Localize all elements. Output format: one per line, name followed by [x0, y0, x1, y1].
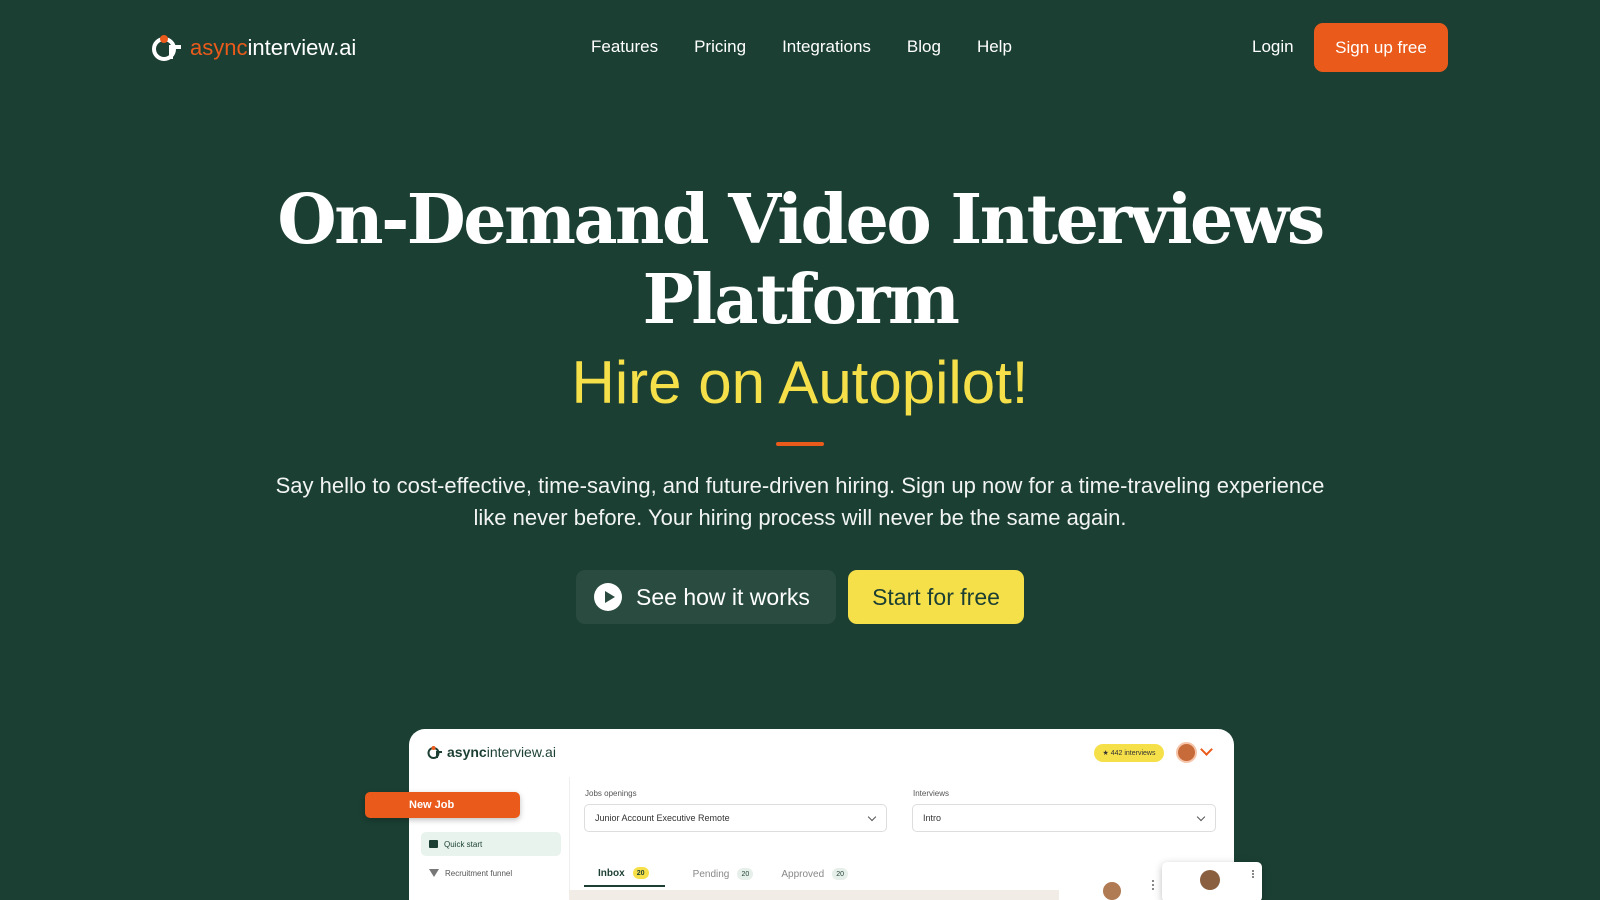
hero-description: Say hello to cost-effective, time-saving…: [275, 473, 1325, 530]
hero-divider: [776, 442, 824, 446]
hero-title-line1: On-Demand Video Interviews: [277, 180, 1325, 260]
tab-approved-label: Approved: [781, 868, 825, 880]
see-how-it-works-label: See how it works: [636, 583, 810, 610]
candidate-avatar[interactable]: [1103, 882, 1121, 900]
tab-inbox-count: 20: [632, 867, 649, 879]
tab-pending[interactable]: Pending 20: [693, 868, 754, 886]
interviews-value: Intro: [923, 813, 942, 823]
tab-pending-label: Pending: [692, 868, 730, 880]
interviews-label: Interviews: [913, 789, 950, 798]
jobs-openings-value: Junior Account Executive Remote: [595, 813, 730, 823]
dashboard-logo-icon: [427, 745, 442, 759]
dashboard-preview: asyncinterview.ai ★ 442 interviews Quick…: [409, 729, 1234, 900]
hero-title: On-Demand Video Interviews Platform: [0, 180, 1600, 340]
status-tabs: Inbox 20 Pending 20 Approved 20: [584, 867, 876, 887]
candidate-card[interactable]: [1162, 862, 1262, 900]
sidebar-divider: [569, 777, 570, 900]
more-options-icon[interactable]: [1252, 870, 1254, 878]
chevron-down-icon[interactable]: [1200, 743, 1213, 756]
start-for-free-button[interactable]: Start for free: [848, 570, 1024, 624]
tab-inbox-label: Inbox: [598, 867, 625, 879]
nav-link-features[interactable]: Features: [591, 34, 658, 60]
see-how-it-works-button[interactable]: See how it works: [576, 570, 836, 624]
jobs-openings-select[interactable]: Junior Account Executive Remote: [584, 804, 887, 832]
nav-link-integrations[interactable]: Integrations: [782, 34, 871, 60]
candidate-card-avatar: [1200, 870, 1220, 890]
dashboard-logo: asyncinterview.ai: [427, 744, 556, 760]
interviews-badge: ★ 442 interviews: [1094, 744, 1164, 762]
chevron-down-icon: [867, 812, 877, 822]
sidebar-item-quick-start[interactable]: Quick start: [421, 832, 561, 856]
new-job-button[interactable]: New Job: [365, 792, 520, 818]
more-options-icon[interactable]: [1152, 880, 1154, 890]
quick-start-label: Quick start: [444, 839, 483, 849]
logo[interactable]: asyncinterview.ai: [151, 33, 356, 63]
nav-links: Features Pricing Integrations Blog Help: [591, 34, 1048, 60]
funnel-icon: [429, 869, 439, 877]
hero-subtitle: Hire on Autopilot!: [571, 349, 1029, 416]
tab-approved-count: 20: [832, 868, 849, 880]
calendar-icon: [429, 840, 438, 848]
tab-approved[interactable]: Approved 20: [781, 868, 849, 886]
login-link[interactable]: Login: [1252, 34, 1294, 60]
tab-inbox[interactable]: Inbox 20: [584, 867, 665, 887]
sidebar-item-recruitment-funnel[interactable]: Recruitment funnel: [421, 863, 561, 883]
nav-link-pricing[interactable]: Pricing: [694, 34, 746, 60]
tab-pending-count: 20: [737, 868, 754, 880]
logo-icon: [152, 35, 181, 61]
interviews-select[interactable]: Intro: [912, 804, 1216, 832]
nav-link-blog[interactable]: Blog: [907, 34, 941, 60]
play-icon: [594, 583, 622, 611]
signup-button[interactable]: Sign up free: [1314, 23, 1448, 72]
user-avatar[interactable]: [1176, 742, 1197, 763]
jobs-openings-label: Jobs openings: [585, 789, 637, 798]
logo-text: asyncinterview.ai: [190, 35, 357, 60]
nav-link-help[interactable]: Help: [977, 34, 1012, 60]
hero-title-line2: Platform: [642, 260, 960, 340]
top-nav: asyncinterview.ai Features Pricing Integ…: [0, 0, 1600, 96]
chevron-down-icon: [1196, 812, 1206, 822]
candidate-list-area: [569, 890, 1059, 900]
recruitment-funnel-label: Recruitment funnel: [445, 868, 513, 878]
dashboard-logo-text: asyncinterview.ai: [447, 744, 556, 760]
